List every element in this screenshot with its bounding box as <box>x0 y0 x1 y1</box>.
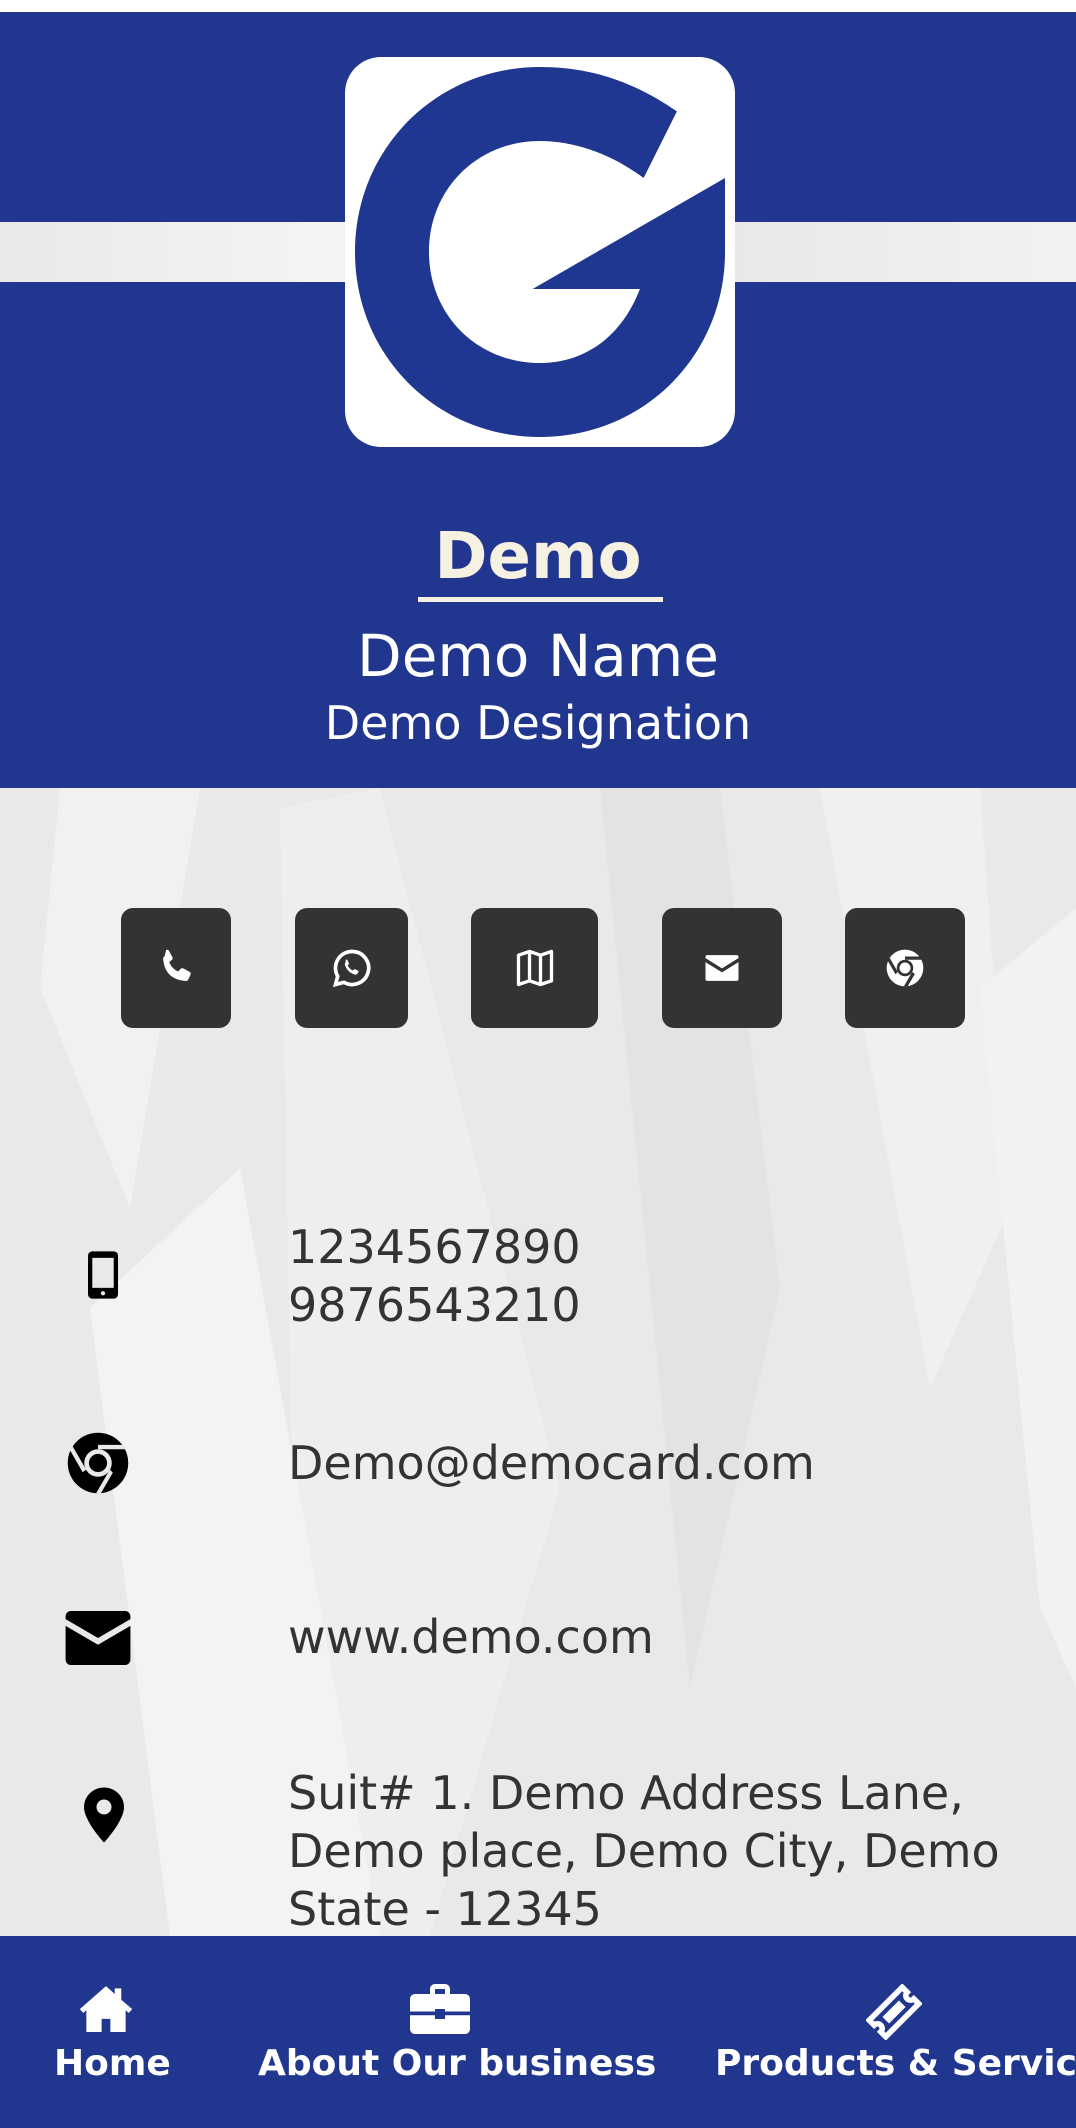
map-icon <box>516 949 553 987</box>
home-icon <box>79 1986 133 2032</box>
company-name: Demo <box>434 520 642 594</box>
map-button[interactable] <box>471 908 598 1028</box>
nav-about-label: About Our business <box>258 2043 657 2084</box>
phone-row: 1234567890 9876543210 <box>0 1218 1076 1338</box>
website-button[interactable] <box>845 908 965 1028</box>
chrome-icon <box>886 949 924 987</box>
mobile-phone-icon <box>86 1248 120 1302</box>
envelope-icon <box>705 955 739 981</box>
website-row: www.demo.com <box>0 1608 1076 1678</box>
chrome-icon <box>64 1429 132 1497</box>
whatsapp-icon <box>332 949 370 988</box>
phone-primary[interactable]: 1234567890 <box>288 1218 581 1276</box>
whatsapp-button[interactable] <box>295 908 408 1028</box>
nav-products-label: Products & Services <box>715 2043 1076 2084</box>
phone-icon <box>163 949 191 982</box>
top-strip <box>0 0 1076 12</box>
bottom-nav: Home About Our business Products & Servi… <box>0 1936 1076 2128</box>
email-text[interactable]: Demo@democard.com <box>288 1434 815 1492</box>
address-line-1[interactable]: Suit# 1. Demo Address Lane, <box>288 1764 964 1822</box>
call-button[interactable] <box>121 908 231 1028</box>
website-text[interactable]: www.demo.com <box>288 1608 654 1666</box>
company-underline <box>418 597 663 602</box>
nav-about[interactable]: About Our business <box>250 1936 656 2128</box>
person-name: Demo Name <box>357 622 719 690</box>
contact-content: 1234567890 9876543210 Demo@democard.com … <box>0 788 1076 1936</box>
designation: Demo Designation <box>324 696 752 750</box>
nav-home-label: Home <box>54 2043 171 2084</box>
company-logo <box>345 57 735 447</box>
address-line-3[interactable]: State - 12345 <box>288 1880 602 1936</box>
ticket-icon <box>866 1984 922 2040</box>
briefcase-icon <box>410 1984 470 2034</box>
nav-products[interactable]: Products & Services <box>712 1936 1076 2128</box>
envelope-icon <box>64 1610 132 1666</box>
email-button[interactable] <box>662 908 782 1028</box>
email-row: Demo@democard.com <box>0 1428 1076 1508</box>
nav-home[interactable]: Home <box>40 1936 190 2128</box>
location-pin-icon <box>82 1786 126 1844</box>
g-logo-icon <box>355 67 725 437</box>
profile-header: Demo Demo Name Demo Designation <box>0 12 1076 788</box>
address-line-2[interactable]: Demo place, Demo City, Demo <box>288 1822 1000 1880</box>
phone-secondary[interactable]: 9876543210 <box>288 1276 581 1334</box>
address-row: Suit# 1. Demo Address Lane, Demo place, … <box>0 1764 1076 1936</box>
